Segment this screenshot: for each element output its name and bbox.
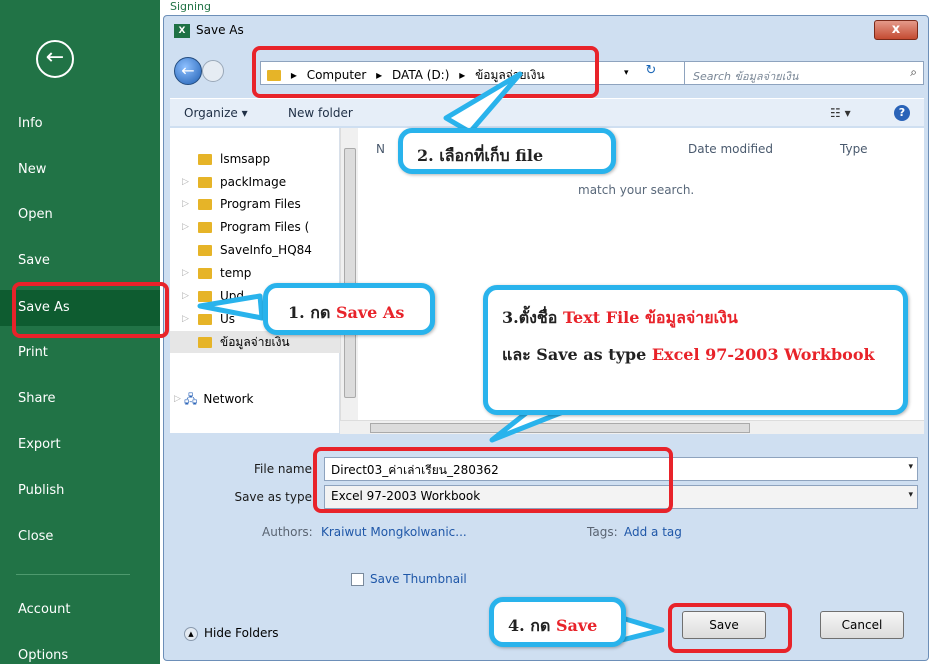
screen: ← Info New Open Save Save As Print Share… xyxy=(0,0,929,664)
callout-step-3: 3.ตั้งชื่อ Text File ข้อมูลจ่ายเงิน และ … xyxy=(483,285,908,415)
callout-step-3-line-1: 3.ตั้งชื่อ Text File ข้อมูลจ่ายเงิน xyxy=(502,306,903,331)
callout-step-3-prefix-2: และ Save as type xyxy=(502,345,647,364)
callout-step-1: 1. กด Save As xyxy=(263,283,435,335)
callout-step-4-red: Save xyxy=(555,616,598,635)
callout-step-2-text: 2. เลือกที่เก็บ file xyxy=(417,146,544,165)
callout-step-1-prefix: 1. กด xyxy=(288,303,331,322)
callout-step-3-red-2: Excel 97-2003 Workbook xyxy=(651,345,875,364)
callout-step-4-prefix: 4. กด xyxy=(508,616,551,635)
callout-step-3-line-2: และ Save as type Excel 97-2003 Workbook xyxy=(502,343,903,368)
callout-step-3-red-1: Text File ข้อมูลจ่ายเงิน xyxy=(562,308,738,327)
callout-step-3-prefix-1: 3.ตั้งชื่อ xyxy=(502,308,558,327)
callout-step-4: 4. กด Save xyxy=(489,597,626,647)
callout-step-2: 2. เลือกที่เก็บ file xyxy=(398,128,616,174)
callout-step-1-red: Save As xyxy=(335,303,405,322)
